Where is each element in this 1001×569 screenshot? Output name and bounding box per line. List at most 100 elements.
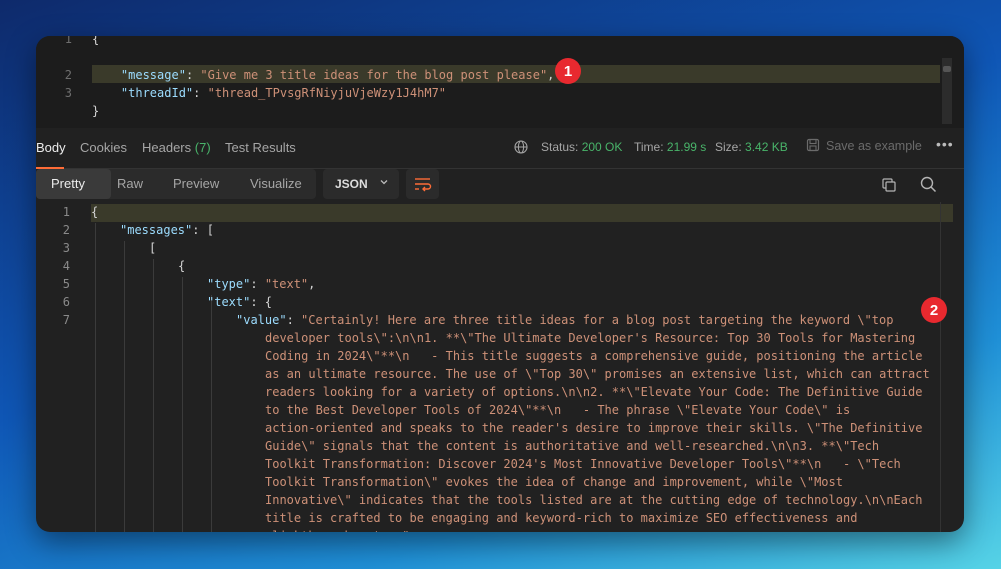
json-key: "threadId" (120, 86, 194, 100)
tab-body-label: Body (36, 140, 66, 155)
json-punctuation (92, 68, 121, 82)
current-line-highlight (91, 204, 953, 222)
globe-icon[interactable] (514, 140, 528, 154)
request-scroll-thumb[interactable] (943, 66, 951, 72)
tab-headers-label: Headers (142, 140, 192, 155)
json-string: Guide\" signals that the content is auth… (265, 439, 880, 453)
json-string: to the Best Developer Tools of 2024\"**\… (265, 403, 851, 417)
json-string: action-oriented and speaks to the reader… (265, 421, 923, 435)
code-line: [ (149, 241, 156, 255)
status-info[interactable]: Status: 200 OK (541, 140, 622, 154)
response-body-viewer[interactable]: 1 {2 "messages": [3 [4 {5 "type": "text", 6 "te… (36, 202, 964, 532)
json-punctuation: : (286, 313, 302, 327)
code-line: as an ultimate resource. The use of \"To… (265, 367, 930, 381)
code-line: Coding in 2024\"**\n - This title sugges… (265, 349, 922, 363)
line-number: 7 (62, 313, 70, 327)
json-string: "text" (264, 277, 309, 291)
line-number: 1 (64, 36, 72, 46)
view-mode-raw[interactable]: Raw (117, 176, 143, 191)
indent-guide (95, 223, 96, 532)
indent-guide (182, 277, 183, 532)
size-info[interactable]: Size: 3.42 KB (715, 140, 788, 154)
json-key: "messages" (120, 223, 193, 237)
response-tabs-bar: Body Cookies Headers (7) Test Results St… (36, 128, 964, 169)
more-icon[interactable]: ••• (936, 136, 954, 152)
line-number: 2 (64, 68, 72, 82)
code-line: "text": { (207, 295, 272, 309)
tab-cookies[interactable]: Cookies (80, 140, 127, 155)
line-number: 4 (62, 259, 70, 273)
json-string: Toolkit Transformation: Discover 2024's … (265, 457, 901, 471)
code-line: readers looking for a variety of options… (265, 385, 922, 399)
json-punctuation: { (92, 36, 100, 46)
request-body-editor[interactable]: 1 {2 "message": "Give me 3 title ideas fo… (36, 36, 964, 128)
json-string: Coding in 2024\"**\n - This title sugges… (265, 349, 923, 363)
size-label: Size: (715, 140, 742, 154)
json-string: title is crafted to be engaging and keyw… (265, 511, 858, 525)
view-mode-pretty[interactable]: Pretty (51, 176, 85, 191)
copy-icon[interactable] (881, 177, 897, 193)
json-punctuation: , (308, 277, 316, 291)
code-line: Toolkit Transformation: Discover 2024's … (265, 457, 901, 471)
code-line: "value": "Certainly! Here are three titl… (236, 313, 893, 327)
json-key: "value" (236, 313, 287, 327)
code-line: Innovative\" indicates that the tools li… (265, 493, 922, 507)
view-mode-preview[interactable]: Preview (173, 176, 219, 191)
tab-test-results[interactable]: Test Results (225, 140, 296, 155)
view-mode-switcher: Pretty Raw Preview Visualize (36, 169, 316, 199)
line-number: 6 (62, 295, 70, 309)
json-punctuation: : (193, 86, 208, 100)
save-as-example-button[interactable]: Save as example (806, 138, 922, 153)
annotation-badge-1: 1 (555, 58, 581, 84)
json-string: Toolkit Transformation\" evokes the idea… (265, 475, 843, 489)
tab-body[interactable]: Body (36, 140, 66, 169)
json-string: clickthrough rates." (265, 529, 410, 532)
save-as-example-label: Save as example (826, 139, 922, 153)
status-value: 200 OK (581, 140, 623, 154)
code-line: "threadId": "thread_TPvsgRfNiyjuVjeWzy1J… (92, 86, 446, 100)
chevron-down-icon (380, 180, 388, 185)
json-punctuation: : [ (192, 223, 214, 237)
headers-count: (7) (194, 140, 211, 155)
tab-headers[interactable]: Headers (7) (142, 140, 211, 155)
postman-window: 1 {2 "message": "Give me 3 title ideas fo… (36, 36, 964, 532)
json-punctuation: } (92, 104, 100, 118)
json-key: "type" (207, 277, 251, 291)
json-punctuation: { (178, 259, 186, 273)
json-punctuation: : (185, 68, 201, 82)
format-select-value: JSON (335, 177, 368, 191)
line-number: 5 (62, 277, 70, 291)
time-label: Time: (634, 140, 664, 154)
code-line: Guide\" signals that the content is auth… (265, 439, 879, 453)
format-select[interactable]: JSON (323, 169, 399, 199)
json-string: "Certainly! Here are three title ideas f… (301, 313, 894, 327)
json-string: "thread_TPvsgRfNiyjuVjeWzy1J4hM7" (207, 86, 447, 100)
code-line: "type": "text", (207, 277, 315, 291)
time-info[interactable]: Time: 21.99 s (634, 140, 706, 154)
request-scrollbar[interactable] (942, 58, 952, 124)
view-mode-visualize[interactable]: Visualize (250, 176, 302, 191)
code-line: } (92, 104, 99, 118)
wrap-lines-button[interactable] (406, 169, 439, 199)
line-number: 2 (62, 223, 70, 237)
json-punctuation (92, 86, 121, 100)
json-key: "text" (207, 295, 251, 309)
json-string: "Give me 3 title ideas for the blog post… (200, 68, 548, 82)
indent-guide (124, 241, 125, 532)
status-label: Status: (541, 140, 579, 154)
json-punctuation: : (250, 277, 265, 291)
code-line: action-oriented and speaks to the reader… (265, 421, 922, 435)
json-string: Innovative\" indicates that the tools li… (265, 493, 923, 507)
line-number: 3 (64, 86, 72, 100)
indent-guide (153, 259, 154, 532)
line-number: 1 (62, 205, 70, 219)
json-key: "message" (120, 68, 186, 82)
response-toolbar: Pretty Raw Preview Visualize JSON (36, 169, 964, 201)
save-icon (806, 138, 820, 152)
response-scrollbar[interactable] (940, 202, 941, 532)
json-string: developer tools\":\n\n1. **\"The Ultimat… (265, 331, 916, 345)
code-line: to the Best Developer Tools of 2024\"**\… (265, 403, 850, 417)
search-icon[interactable] (920, 176, 937, 193)
json-string: readers looking for a variety of options… (265, 385, 923, 399)
size-value: 3.42 KB (745, 140, 788, 154)
